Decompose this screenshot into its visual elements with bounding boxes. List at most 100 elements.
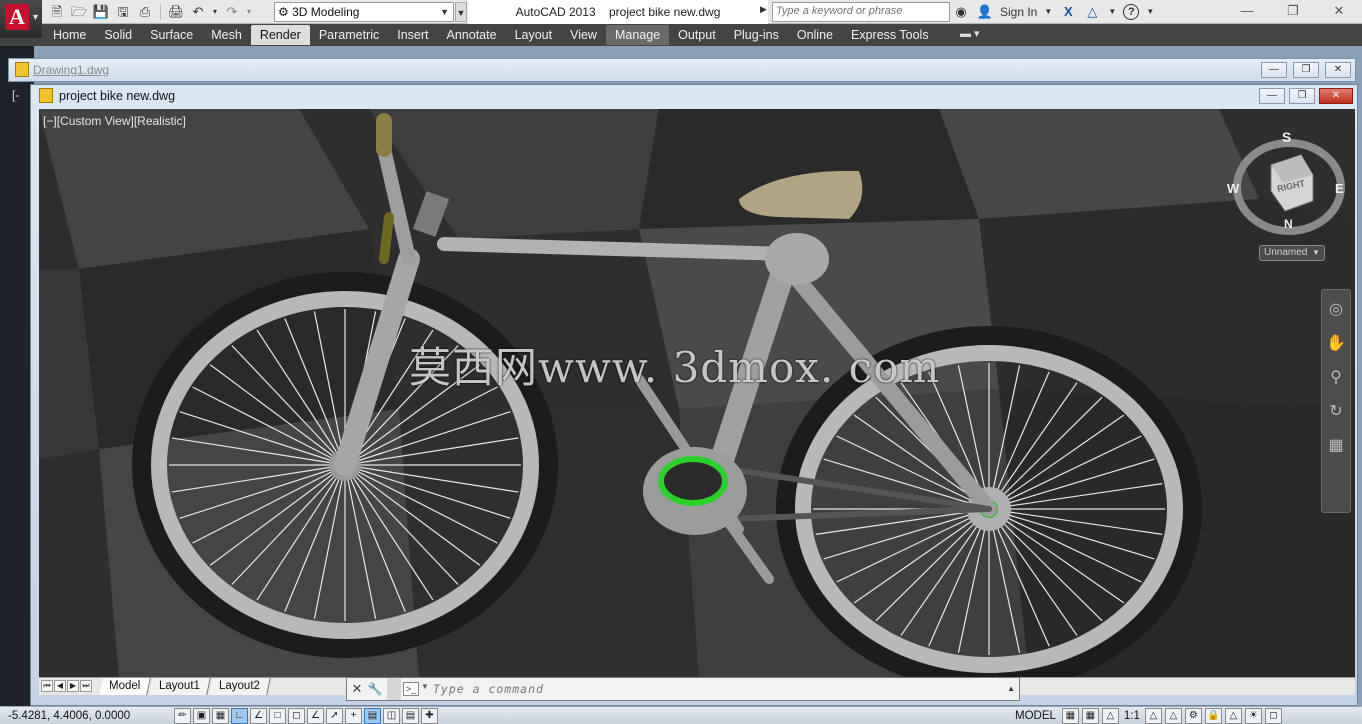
dynamic-input-icon[interactable]: + — [345, 708, 362, 724]
selection-cycling-icon[interactable]: ✚ — [421, 708, 438, 724]
close-icon[interactable]: ✕ — [349, 681, 365, 697]
tab-annotate[interactable]: Annotate — [438, 25, 506, 45]
prev-layout-icon[interactable]: ◀ — [54, 680, 66, 692]
object-snap-tracking-icon[interactable]: ∠ — [307, 708, 324, 724]
tab-plugins[interactable]: Plug-ins — [725, 25, 788, 45]
coordinate-display[interactable]: -5.4281, 4.4006, 0.0000 — [8, 710, 130, 722]
ortho-mode-icon[interactable]: ∟ — [231, 708, 248, 724]
stay-connected-dropdown-icon[interactable]: ▼ — [1107, 3, 1117, 21]
close-button[interactable]: ✕ — [1316, 0, 1362, 24]
compass-south[interactable]: S — [1282, 129, 1291, 145]
application-menu-button[interactable]: A ▼ — [0, 0, 42, 38]
isolate-objects-icon[interactable]: ☀ — [1244, 708, 1262, 724]
showmotion-icon[interactable]: ▦ — [1322, 432, 1350, 460]
tab-parametric[interactable]: Parametric — [310, 25, 388, 45]
annotation-visibility-icon[interactable]: △ — [1144, 708, 1162, 724]
annotation-scale-value[interactable]: 1:1 — [1122, 710, 1142, 722]
tab-render[interactable]: Render — [250, 25, 310, 45]
tab-view[interactable]: View — [561, 25, 606, 45]
snap-mode-icon[interactable]: ▣ — [193, 708, 210, 724]
search-input[interactable] — [776, 5, 946, 17]
ucs-menu[interactable]: Unnamed ▼ — [1259, 245, 1325, 261]
grid-display-icon[interactable]: ▦ — [212, 708, 229, 724]
polar-tracking-icon[interactable]: ∠ — [250, 708, 267, 724]
autodesk360-icon[interactable]: △ — [1083, 3, 1101, 21]
quick-view-layouts-icon[interactable]: ▦ — [1061, 708, 1079, 724]
viewcube[interactable]: S N E W RIGHT — [1227, 127, 1349, 247]
tab-solid[interactable]: Solid — [95, 25, 141, 45]
quick-properties-icon[interactable]: ▤ — [402, 708, 419, 724]
plot-icon[interactable]: ⎙ — [136, 3, 154, 21]
undo-dropdown-icon[interactable]: ▾ — [211, 3, 219, 21]
visual-style-menu[interactable]: [Realistic] — [134, 114, 186, 128]
help-icon[interactable]: ? — [1123, 4, 1140, 20]
print-icon[interactable]: 🖨 — [167, 3, 185, 21]
tab-insert[interactable]: Insert — [388, 25, 437, 45]
recent-commands-dropdown-icon[interactable]: ▼ — [421, 682, 429, 691]
command-prompt-icon[interactable]: >_ — [403, 682, 419, 696]
clean-screen-icon[interactable]: ◻ — [1264, 708, 1282, 724]
compass-west[interactable]: W — [1227, 181, 1239, 196]
tab-home[interactable]: Home — [44, 25, 95, 45]
lock-icon[interactable]: 🔒 — [1204, 708, 1222, 724]
wrench-icon[interactable]: 🔧 — [367, 681, 383, 697]
tab-layout2[interactable]: Layout2 — [209, 678, 272, 695]
autoscale-icon[interactable]: △ — [1164, 708, 1182, 724]
tab-mesh[interactable]: Mesh — [202, 25, 251, 45]
dynamic-ucs-icon[interactable]: ➚ — [326, 708, 343, 724]
background-drawing-title[interactable]: Drawing1.dwg — [33, 63, 109, 77]
open-folder-icon[interactable]: 🗁 — [70, 3, 88, 21]
model-viewport[interactable]: [−][Custom View][Realistic] 莫西网www. 3dmo… — [39, 109, 1355, 677]
view-menu[interactable]: [Custom View] — [57, 114, 134, 128]
undo-icon[interactable]: ↶ — [189, 3, 207, 21]
compass-east[interactable]: E — [1335, 181, 1344, 196]
bg-close-button[interactable]: ✕ — [1325, 62, 1351, 78]
sign-in-link[interactable]: Sign In — [1000, 5, 1037, 19]
redo-dropdown-icon[interactable]: ▾ — [245, 3, 253, 21]
viewport-controls-menu[interactable]: [−] — [43, 114, 57, 128]
lineweight-icon[interactable]: ▤ — [364, 708, 381, 724]
drawing-minimize-button[interactable]: — — [1259, 88, 1285, 104]
compass-north[interactable]: N — [1284, 217, 1293, 231]
qat-customize-button[interactable]: ▼ — [455, 2, 467, 22]
workspace-dropdown[interactable]: ⚙ 3D Modeling ▼ — [274, 2, 454, 22]
binoculars-icon[interactable]: ◉ — [952, 3, 970, 21]
bg-restore-button[interactable]: ❐ — [1293, 62, 1319, 78]
tab-output[interactable]: Output — [669, 25, 725, 45]
background-drawing-window[interactable]: Drawing1.dwg — ❐ ✕ — [8, 58, 1356, 82]
annotation-scale-icon[interactable]: △ — [1101, 708, 1119, 724]
minimize-button[interactable]: — — [1224, 0, 1270, 24]
ribbon-minimize-icon[interactable]: ▬ ▾ — [960, 27, 980, 40]
last-layout-icon[interactable]: ⏭ — [80, 680, 92, 692]
pan-hand-icon[interactable]: ✋ — [1322, 330, 1350, 358]
drawing-restore-button[interactable]: ❐ — [1289, 88, 1315, 104]
tab-layout1[interactable]: Layout1 — [149, 678, 212, 695]
help-dropdown-icon[interactable]: ▼ — [1145, 3, 1155, 21]
infer-constraints-icon[interactable]: ✏ — [174, 708, 191, 724]
tab-surface[interactable]: Surface — [141, 25, 202, 45]
save-icon[interactable]: 💾 — [92, 3, 110, 21]
zoom-icon[interactable]: ⚲ — [1322, 364, 1350, 392]
new-file-icon[interactable]: 🗎 — [48, 3, 66, 21]
tab-express-tools[interactable]: Express Tools — [842, 25, 938, 45]
transparency-icon[interactable]: ◫ — [383, 708, 400, 724]
steering-wheel-icon[interactable]: ◎ — [1322, 296, 1350, 324]
exchange-apps-icon[interactable]: X — [1059, 3, 1077, 21]
command-history-icon[interactable]: ▲ — [1007, 684, 1015, 693]
drawing-close-button[interactable]: ✕ — [1319, 88, 1353, 104]
hardware-acceleration-icon[interactable]: △ — [1224, 708, 1242, 724]
redo-icon[interactable]: ↷ — [223, 3, 241, 21]
restore-button[interactable]: ❐ — [1270, 0, 1316, 24]
quick-view-drawings-icon[interactable]: ▦ — [1081, 708, 1099, 724]
tab-model[interactable]: Model — [99, 678, 152, 695]
workspace-switching-gear-icon[interactable]: ⚙ — [1184, 708, 1202, 724]
bg-minimize-button[interactable]: — — [1261, 62, 1287, 78]
model-space-toggle[interactable]: MODEL — [1012, 710, 1059, 722]
tab-layout[interactable]: Layout — [506, 25, 562, 45]
save-as-icon[interactable]: 🖫 — [114, 3, 132, 21]
tab-online[interactable]: Online — [788, 25, 842, 45]
search-expand-icon[interactable]: ▶ — [760, 4, 767, 15]
user-icon[interactable]: 👤 — [976, 3, 994, 21]
orbit-icon[interactable]: ↻ — [1322, 398, 1350, 426]
object-snap-icon[interactable]: □ — [269, 708, 286, 724]
